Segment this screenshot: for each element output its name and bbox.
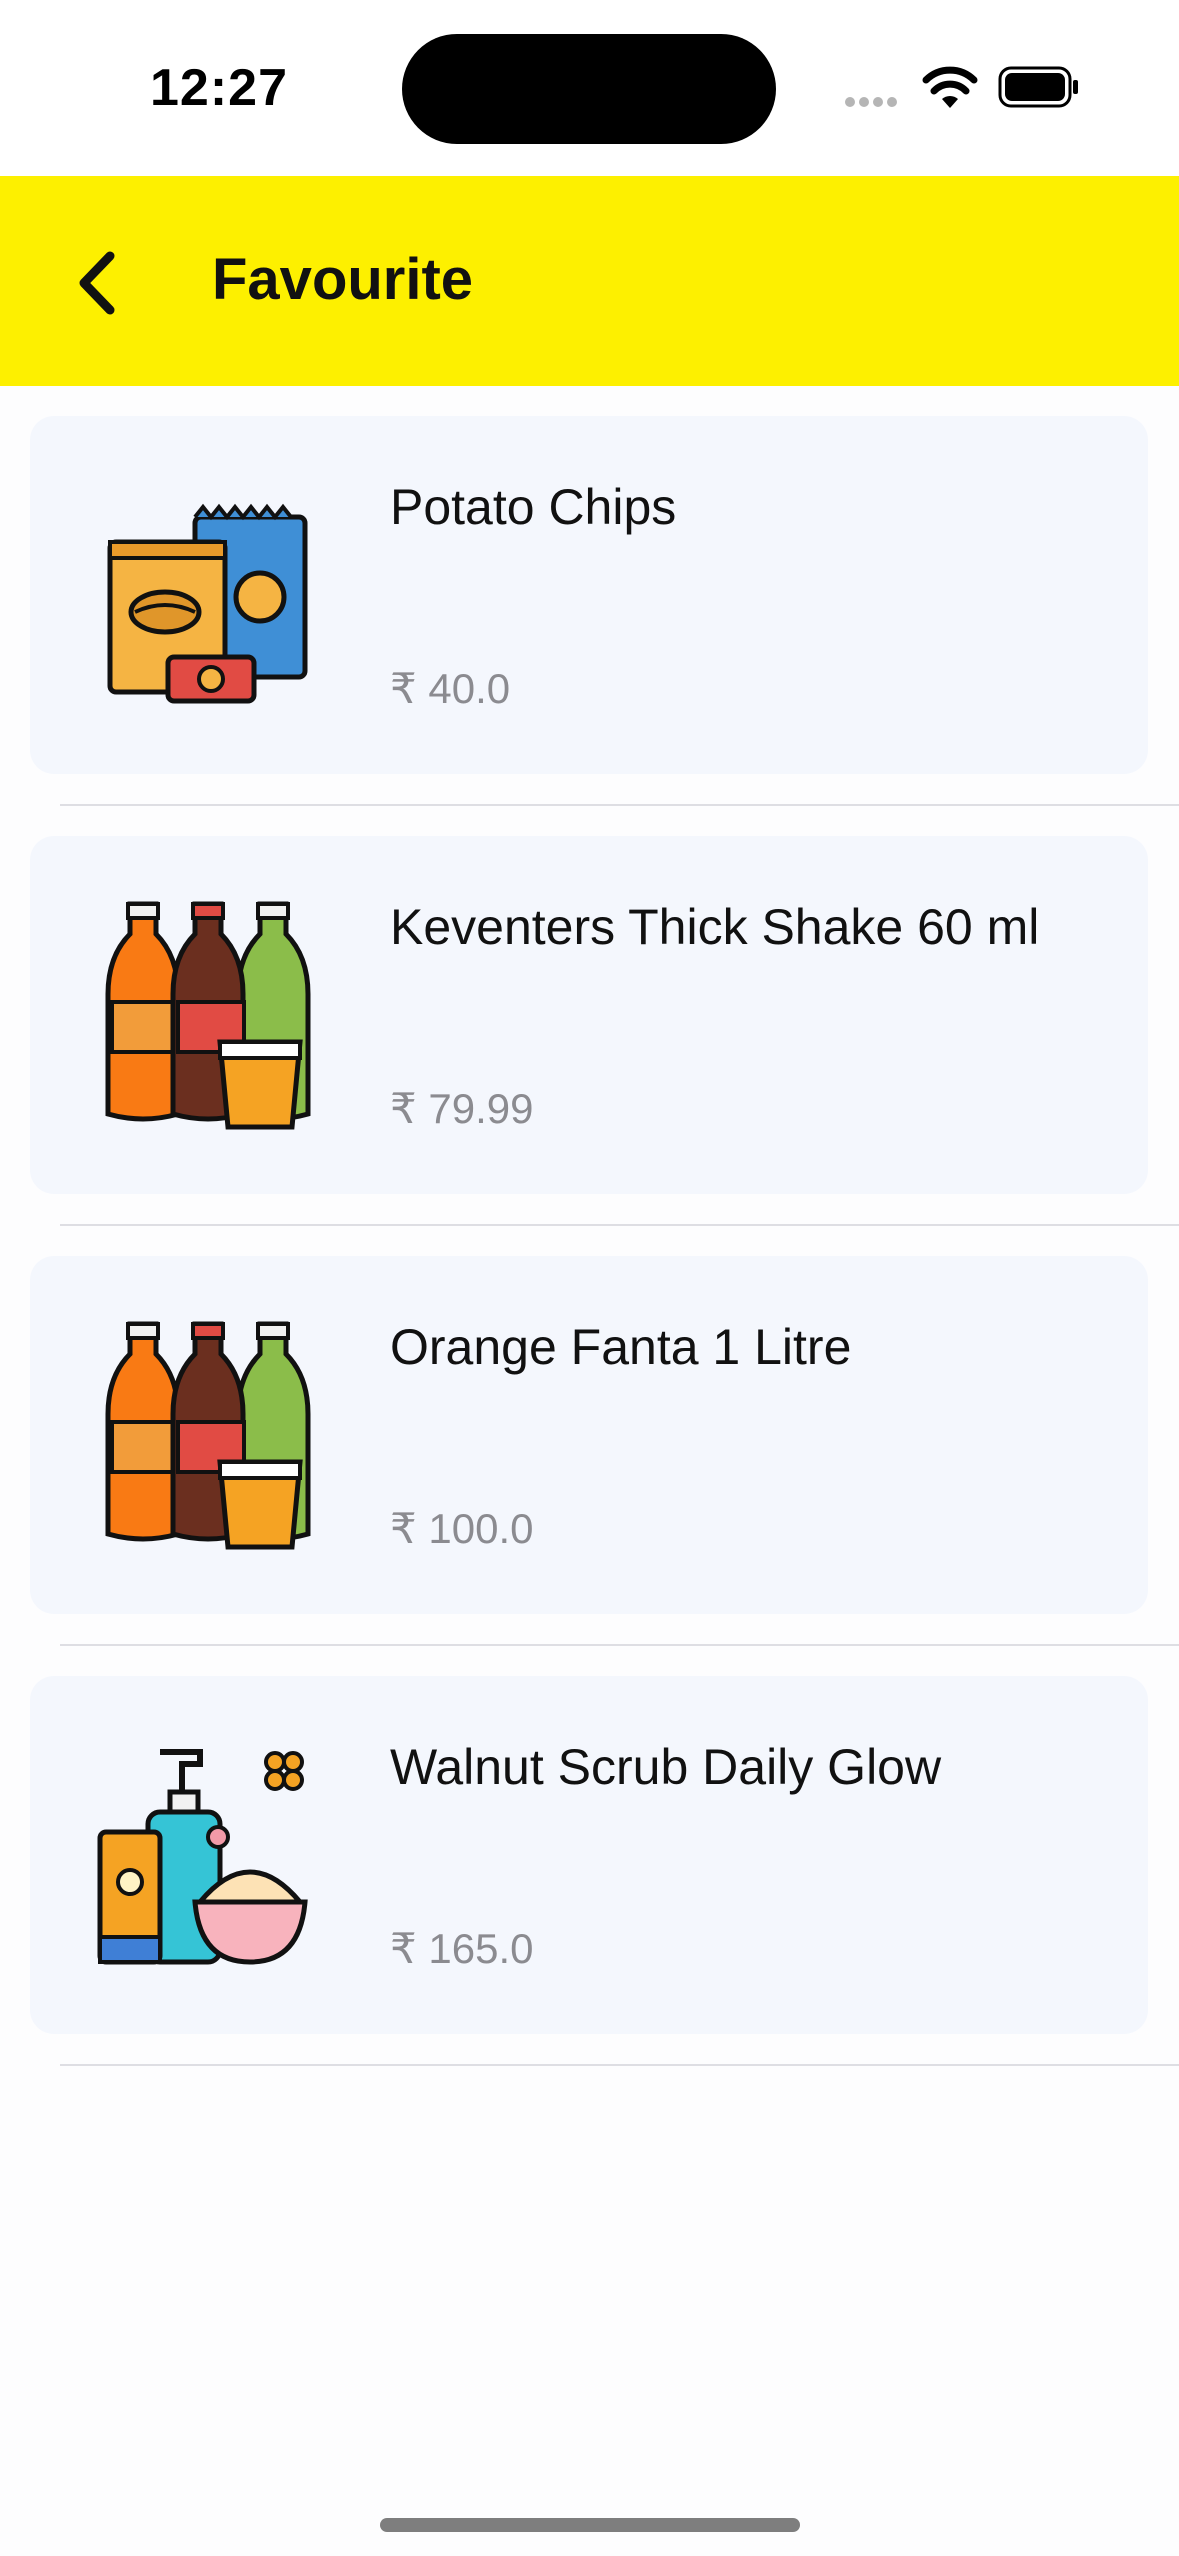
product-price: ₹ 40.0 bbox=[390, 665, 511, 712]
product-price: ₹ 100.0 bbox=[390, 1505, 534, 1552]
dynamic-island bbox=[402, 34, 776, 144]
divider bbox=[60, 2064, 1179, 2066]
favourites-list: Potato Chips ₹ 40.0 Keventers Thick Shak… bbox=[0, 386, 1179, 2066]
status-time: 12:27 bbox=[150, 59, 288, 117]
product-name: Keventers Thick Shake 60 ml bbox=[390, 899, 1040, 955]
cosmetics-icon bbox=[97, 1749, 308, 1965]
cellular-signal-icon bbox=[845, 94, 905, 107]
list-item: Keventers Thick Shake 60 ml ₹ 79.99 bbox=[0, 806, 1179, 1226]
product-card[interactable]: Keventers Thick Shake 60 ml ₹ 79.99 bbox=[30, 836, 1148, 1194]
soda-bottles-icon bbox=[105, 1321, 311, 1550]
status-bar: 12:27 bbox=[0, 0, 1179, 176]
back-chevron-icon[interactable] bbox=[68, 248, 132, 318]
home-indicator[interactable] bbox=[380, 2518, 800, 2532]
product-price: ₹ 165.0 bbox=[390, 1925, 534, 1972]
chips-icon bbox=[107, 503, 308, 704]
battery-icon bbox=[998, 66, 1078, 108]
product-name: Potato Chips bbox=[390, 479, 677, 535]
product-card[interactable]: Orange Fanta 1 Litre ₹ 100.0 bbox=[30, 1256, 1148, 1614]
app-header: Favourite bbox=[0, 176, 1179, 386]
product-card[interactable]: Walnut Scrub Daily Glow ₹ 165.0 bbox=[30, 1676, 1148, 2034]
product-name: Orange Fanta 1 Litre bbox=[390, 1319, 852, 1375]
product-name: Walnut Scrub Daily Glow bbox=[390, 1739, 942, 1795]
list-item: Orange Fanta 1 Litre ₹ 100.0 bbox=[0, 1226, 1179, 1646]
list-item: Walnut Scrub Daily Glow ₹ 165.0 bbox=[0, 1646, 1179, 2066]
wifi-icon bbox=[922, 66, 978, 108]
soda-bottles-icon bbox=[105, 901, 311, 1130]
list-item: Potato Chips ₹ 40.0 bbox=[0, 386, 1179, 806]
product-card[interactable]: Potato Chips ₹ 40.0 bbox=[30, 416, 1148, 774]
product-price: ₹ 79.99 bbox=[390, 1085, 534, 1132]
page-title: Favourite bbox=[212, 247, 474, 312]
